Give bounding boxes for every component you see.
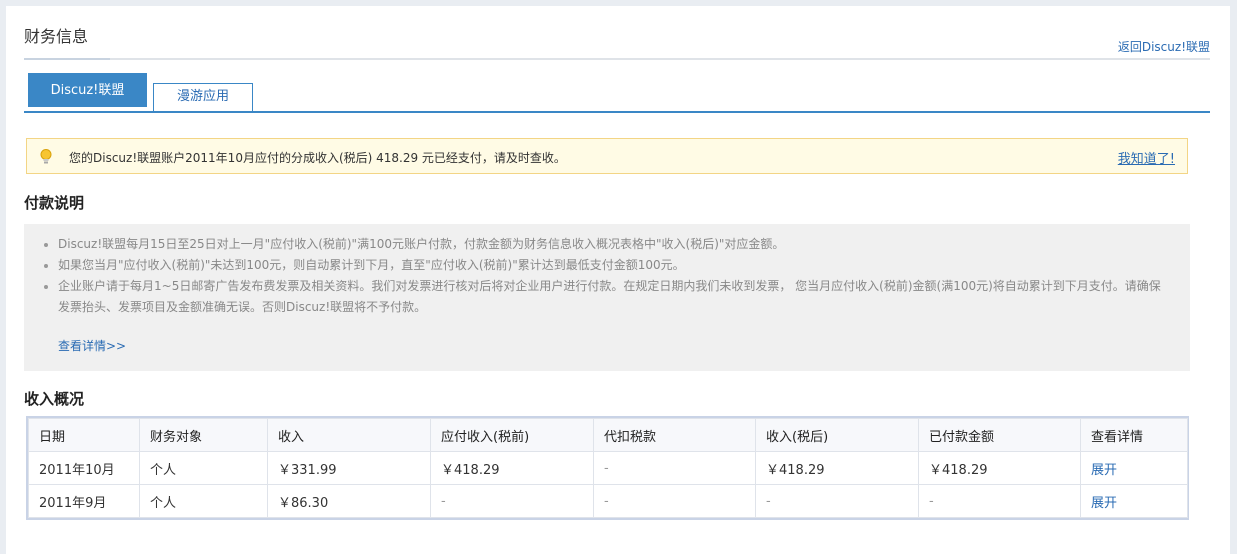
paid-cell: - xyxy=(918,484,1081,518)
column-header: 日期 xyxy=(28,418,140,452)
table-row: 2011年10月 个人 ￥331.99 ￥418.29 - ￥418.29 ￥4… xyxy=(28,451,1188,485)
target-cell: 个人 xyxy=(139,451,268,485)
expand-link[interactable]: 展开 xyxy=(1091,496,1117,511)
pretax-cell: - xyxy=(430,484,594,518)
tab-bar: Discuz!联盟 漫游应用 xyxy=(24,73,1210,113)
detail-cell: 展开 xyxy=(1080,484,1188,518)
income-cell: ￥331.99 xyxy=(267,451,431,485)
tab-roaming-apps[interactable]: 漫游应用 xyxy=(153,83,253,111)
tab-underline xyxy=(24,111,1210,113)
title-divider-accent xyxy=(24,58,110,60)
payment-notice: 您的Discuz!联盟账户2011年10月应付的分成收入(税后) 418.29 … xyxy=(26,138,1188,174)
back-to-union-link[interactable]: 返回Discuz!联盟 xyxy=(1118,38,1210,55)
column-header: 应付收入(税前) xyxy=(430,418,594,452)
income-table-wrapper: 日期 财务对象 收入 应付收入(税前) 代扣税款 收入(税后) 已付款金额 查看… xyxy=(26,416,1189,520)
finance-panel: 财务信息 返回Discuz!联盟 Discuz!联盟 漫游应用 您的Discuz… xyxy=(6,6,1230,554)
target-cell: 个人 xyxy=(139,484,268,518)
payment-rules-list: Discuz!联盟每月15日至25日对上一月"应付收入(税前)"满100元账户付… xyxy=(42,234,1172,318)
paid-cell: ￥418.29 xyxy=(918,451,1081,485)
column-header: 代扣税款 xyxy=(593,418,756,452)
lightbulb-icon xyxy=(40,149,52,164)
column-header: 查看详情 xyxy=(1080,418,1188,452)
pretax-cell: ￥418.29 xyxy=(430,451,594,485)
table-row: 2011年9月 个人 ￥86.30 - - - - 展开 xyxy=(28,484,1188,518)
expand-link[interactable]: 展开 xyxy=(1091,463,1117,478)
view-details-link[interactable]: 查看详情>> xyxy=(58,337,126,354)
date-cell: 2011年9月 xyxy=(28,484,140,518)
payment-rule-item: 如果您当月"应付收入(税前)"未达到100元，则自动累计到下月，直至"应付收入(… xyxy=(42,255,1172,276)
payment-rule-item: 企业账户请于每月1~5日邮寄广告发布费发票及相关资料。我们对发票进行核对后将对企… xyxy=(42,276,1172,318)
table-header-row: 日期 财务对象 收入 应付收入(税前) 代扣税款 收入(税后) 已付款金额 查看… xyxy=(28,418,1188,452)
column-header: 收入(税后) xyxy=(755,418,919,452)
page-header: 财务信息 返回Discuz!联盟 xyxy=(24,20,1210,66)
notice-text: 您的Discuz!联盟账户2011年10月应付的分成收入(税后) 418.29 … xyxy=(69,151,566,165)
tax-cell: - xyxy=(593,451,756,485)
payment-rule-item: Discuz!联盟每月15日至25日对上一月"应付收入(税前)"满100元账户付… xyxy=(42,234,1172,255)
tab-discuz-union[interactable]: Discuz!联盟 xyxy=(28,73,147,107)
aftertax-cell: ￥418.29 xyxy=(755,451,919,485)
income-table: 日期 财务对象 收入 应付收入(税前) 代扣税款 收入(税后) 已付款金额 查看… xyxy=(28,418,1188,518)
column-header: 已付款金额 xyxy=(918,418,1081,452)
date-cell: 2011年10月 xyxy=(28,451,140,485)
tax-cell: - xyxy=(593,484,756,518)
aftertax-cell: - xyxy=(755,484,919,518)
income-heading: 收入概况 xyxy=(24,390,85,408)
column-header: 收入 xyxy=(267,418,431,452)
title-divider xyxy=(24,58,1210,60)
page-title: 财务信息 xyxy=(24,27,89,46)
dismiss-notice-link[interactable]: 我知道了! xyxy=(1118,148,1175,167)
column-header: 财务对象 xyxy=(139,418,268,452)
detail-cell: 展开 xyxy=(1080,451,1188,485)
income-cell: ￥86.30 xyxy=(267,484,431,518)
payment-heading: 付款说明 xyxy=(24,194,85,212)
payment-info-box: Discuz!联盟每月15日至25日对上一月"应付收入(税前)"满100元账户付… xyxy=(24,224,1190,371)
